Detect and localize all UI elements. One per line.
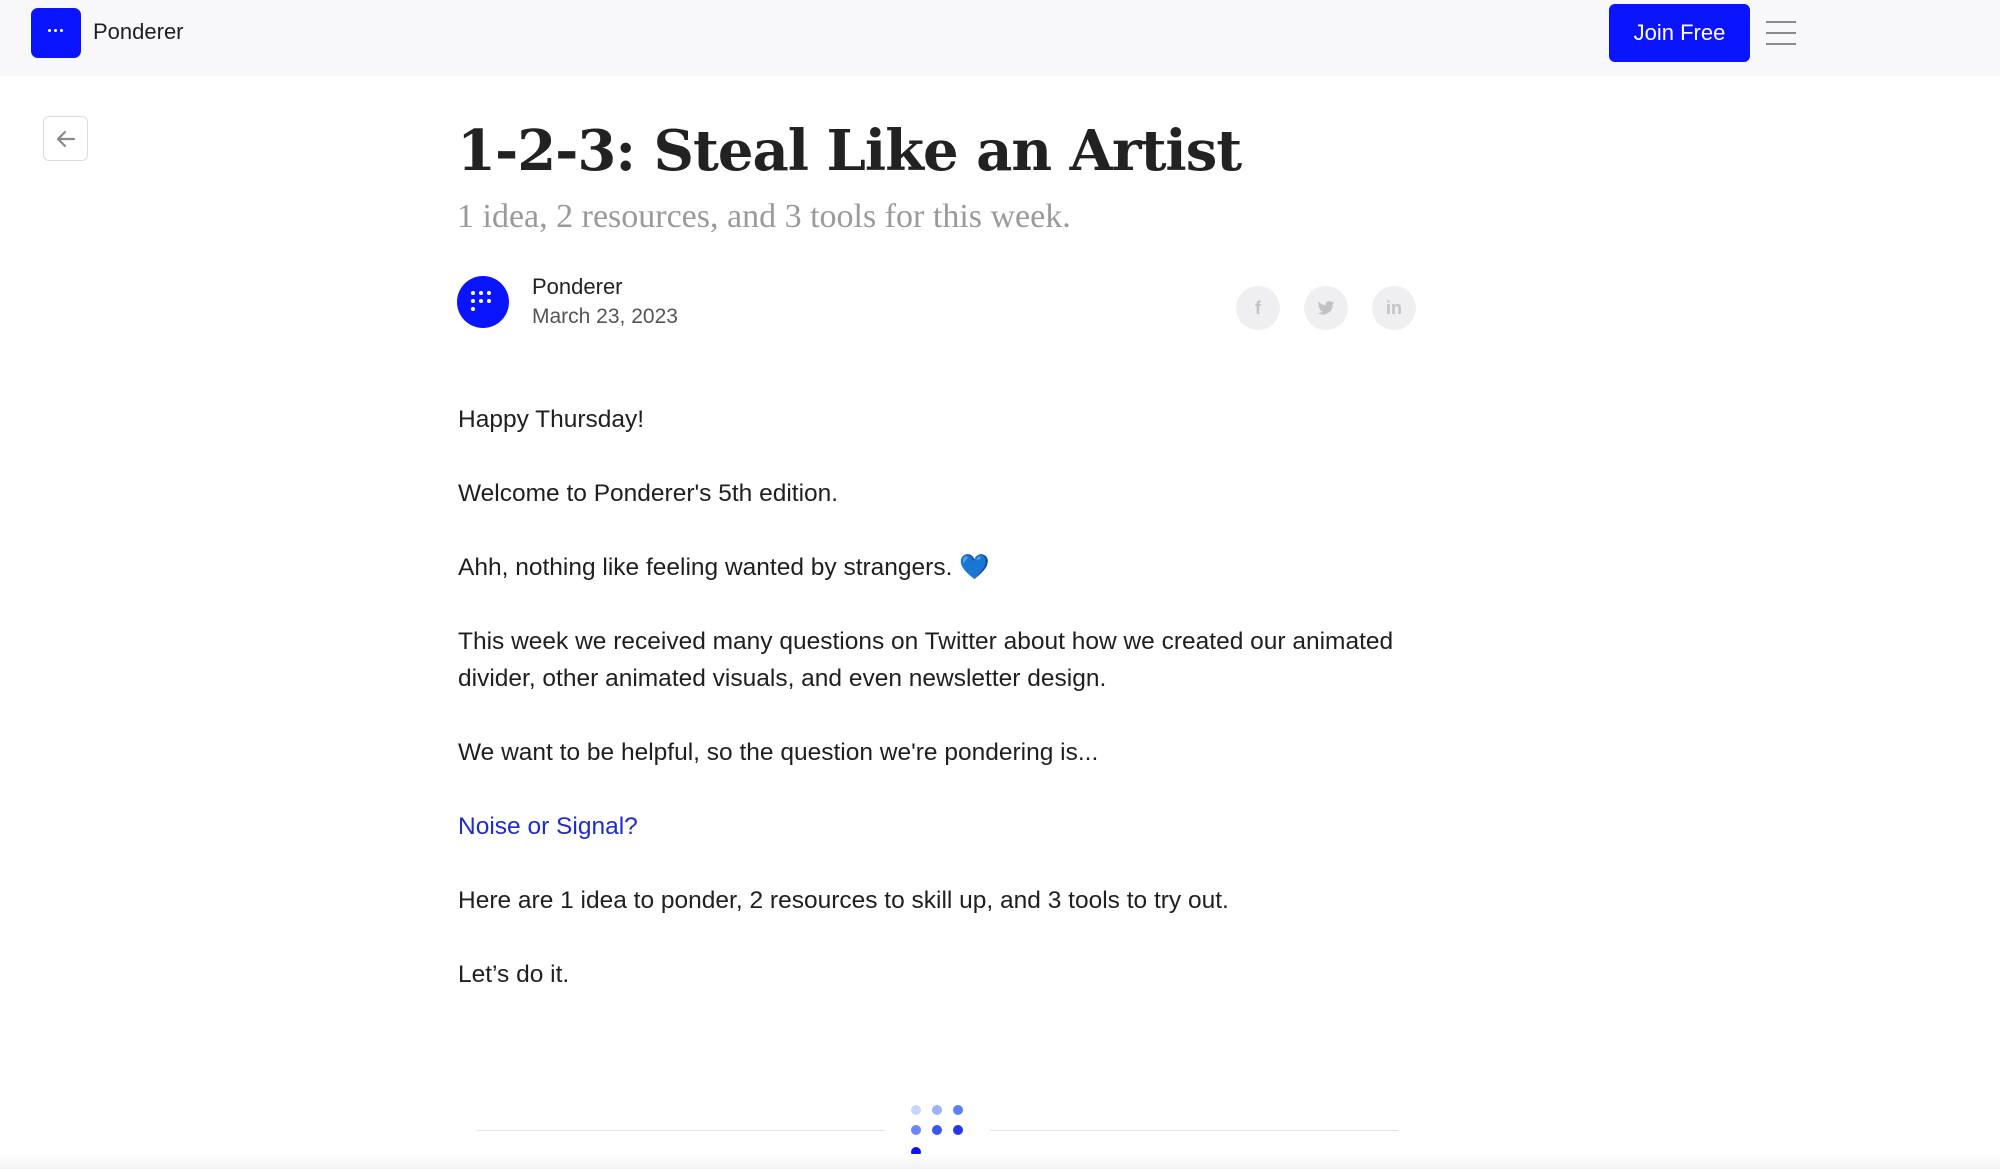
article-subtitle: 1 idea, 2 resources, and 3 tools for thi… bbox=[457, 198, 1071, 235]
noise-or-signal-link[interactable]: Noise or Signal? bbox=[458, 813, 638, 840]
paragraph-welcome: Welcome to Ponderer's 5th edition. bbox=[458, 480, 839, 507]
divider-line-left bbox=[477, 1130, 885, 1131]
paragraph-noise-signal: Noise or Signal? bbox=[458, 808, 1418, 845]
author-avatar[interactable] bbox=[457, 276, 509, 328]
article-title: 1-2-3: Steal Like an Artist bbox=[457, 118, 1242, 184]
join-free-button[interactable]: Join Free bbox=[1609, 4, 1750, 62]
twitter-icon bbox=[1317, 300, 1335, 315]
paragraph-strangers: Ahh, nothing like feeling wanted by stra… bbox=[458, 554, 990, 581]
arrow-left-icon bbox=[56, 130, 75, 147]
facebook-share-button[interactable]: f bbox=[1236, 286, 1280, 330]
bottom-fade bbox=[0, 1154, 2000, 1169]
back-button[interactable] bbox=[43, 116, 88, 161]
facebook-icon: f bbox=[1255, 297, 1261, 318]
paragraph-pondering: We want to be helpful, so the question w… bbox=[458, 739, 1099, 766]
publish-date: March 23, 2023 bbox=[532, 305, 678, 328]
top-navigation-bar: Ponderer Join Free bbox=[0, 0, 2000, 76]
author-name[interactable]: Ponderer bbox=[532, 274, 623, 300]
brand-name[interactable]: Ponderer bbox=[93, 19, 184, 45]
paragraph-plan: Here are 1 idea to ponder, 2 resources t… bbox=[458, 887, 1229, 914]
hamburger-menu-icon[interactable] bbox=[1766, 21, 1796, 45]
paragraph-lets-do-it: Let’s do it. bbox=[458, 961, 570, 988]
divider-line-right bbox=[990, 1130, 1398, 1131]
linkedin-share-button[interactable]: in bbox=[1372, 286, 1416, 330]
paragraph-greeting: Happy Thursday! bbox=[458, 406, 645, 433]
linkedin-icon: in bbox=[1386, 297, 1402, 318]
twitter-share-button[interactable] bbox=[1304, 286, 1348, 330]
dots-logo-icon[interactable] bbox=[31, 8, 81, 58]
paragraph-questions: This week we received many questions on … bbox=[458, 628, 1394, 692]
